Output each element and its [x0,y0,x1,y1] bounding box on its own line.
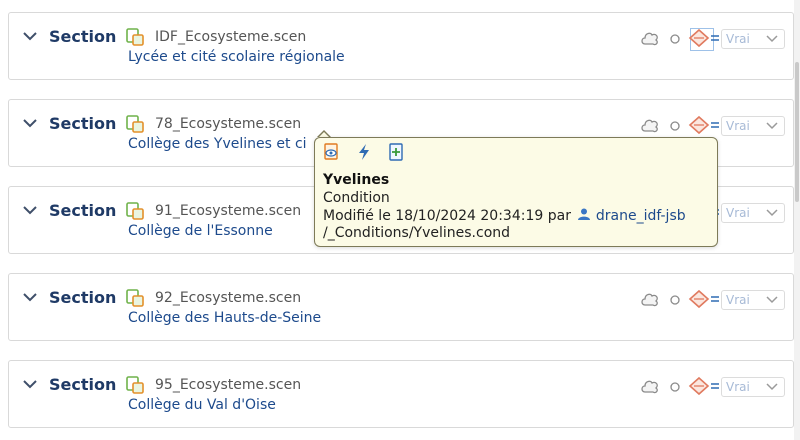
cloud-icon[interactable] [639,114,661,136]
chevron-down-icon [766,122,778,130]
add-file-icon[interactable] [387,143,405,161]
section-label[interactable]: Section [49,288,116,307]
section-description[interactable]: Collège des Yvelines et ci [128,136,307,152]
condition-equals-icon[interactable] [687,114,721,136]
section-description[interactable]: Collège des Hauts-de-Seine [128,310,321,326]
section-label[interactable]: Section [49,201,116,220]
scrollbar-thumb[interactable] [795,62,799,202]
section-card: Section 92_Ecosysteme.scen Collège des H… [8,273,794,341]
condition-tooltip: Yvelines Condition Modifié le 18/10/2024… [314,137,718,247]
section-description[interactable]: Lycée et cité scolaire régionale [128,49,345,65]
condition-select-value: Vrai [726,293,750,307]
chevron-down-icon [766,383,778,391]
lightning-icon[interactable] [355,143,373,161]
cloud-icon[interactable] [639,288,661,310]
section-label[interactable]: Section [49,114,116,133]
cloud-icon[interactable] [639,375,661,397]
condition-equals-icon[interactable] [687,27,721,49]
condition-select-value: Vrai [726,206,750,220]
status-dot-icon[interactable] [669,381,681,393]
condition-select-value: Vrai [726,119,750,133]
chevron-down-icon[interactable] [23,118,37,128]
modified-text: Modifié le 18/10/2024 20:34:19 par [323,208,576,224]
chevron-down-icon[interactable] [23,31,37,41]
preview-icon[interactable] [323,143,341,161]
file-name[interactable]: 78_Ecosysteme.scen [155,116,301,132]
chevron-down-icon [766,35,778,43]
condition-select[interactable]: Vrai [721,377,785,397]
tooltip-type: Condition [323,190,390,206]
scenario-file-icon [126,28,144,46]
section-card: Section 95_Ecosysteme.scen Collège du Va… [8,360,794,428]
status-dot-icon[interactable] [669,294,681,306]
section-label[interactable]: Section [49,375,116,394]
condition-select[interactable]: Vrai [721,29,785,49]
file-name[interactable]: IDF_Ecosysteme.scen [155,29,306,45]
condition-select[interactable]: Vrai [721,290,785,310]
user-link[interactable]: drane_idf-jsb [596,208,686,224]
user-icon [578,208,591,220]
chevron-down-icon[interactable] [23,292,37,302]
condition-equals-icon[interactable] [687,288,721,310]
section-card: Section IDF_Ecosysteme.scen Lycée et cit… [8,12,794,80]
condition-select[interactable]: Vrai [721,203,785,223]
tooltip-path: /_Conditions/Yvelines.cond [323,225,511,241]
condition-select-value: Vrai [726,380,750,394]
file-name[interactable]: 91_Ecosysteme.scen [155,203,301,219]
section-description[interactable]: Collège du Val d'Oise [128,397,276,413]
tooltip-modified: Modifié le 18/10/2024 20:34:19 par drane… [323,207,686,224]
section-description[interactable]: Collège de l'Essonne [128,223,273,239]
tooltip-title: Yvelines [323,172,390,188]
file-name[interactable]: 95_Ecosysteme.scen [155,377,301,393]
chevron-down-icon[interactable] [23,379,37,389]
scenario-file-icon [126,202,144,220]
cloud-icon[interactable] [639,27,661,49]
scrollbar[interactable] [794,0,800,440]
condition-equals-icon[interactable] [687,375,721,397]
chevron-down-icon [766,296,778,304]
status-dot-icon[interactable] [669,33,681,45]
chevron-down-icon[interactable] [23,205,37,215]
condition-select-value: Vrai [726,32,750,46]
section-label[interactable]: Section [49,27,116,46]
file-name[interactable]: 92_Ecosysteme.scen [155,290,301,306]
scenario-file-icon [126,115,144,133]
scenario-file-icon [126,376,144,394]
status-dot-icon[interactable] [669,120,681,132]
condition-select[interactable]: Vrai [721,116,785,136]
chevron-down-icon [766,209,778,217]
scenario-file-icon [126,289,144,307]
